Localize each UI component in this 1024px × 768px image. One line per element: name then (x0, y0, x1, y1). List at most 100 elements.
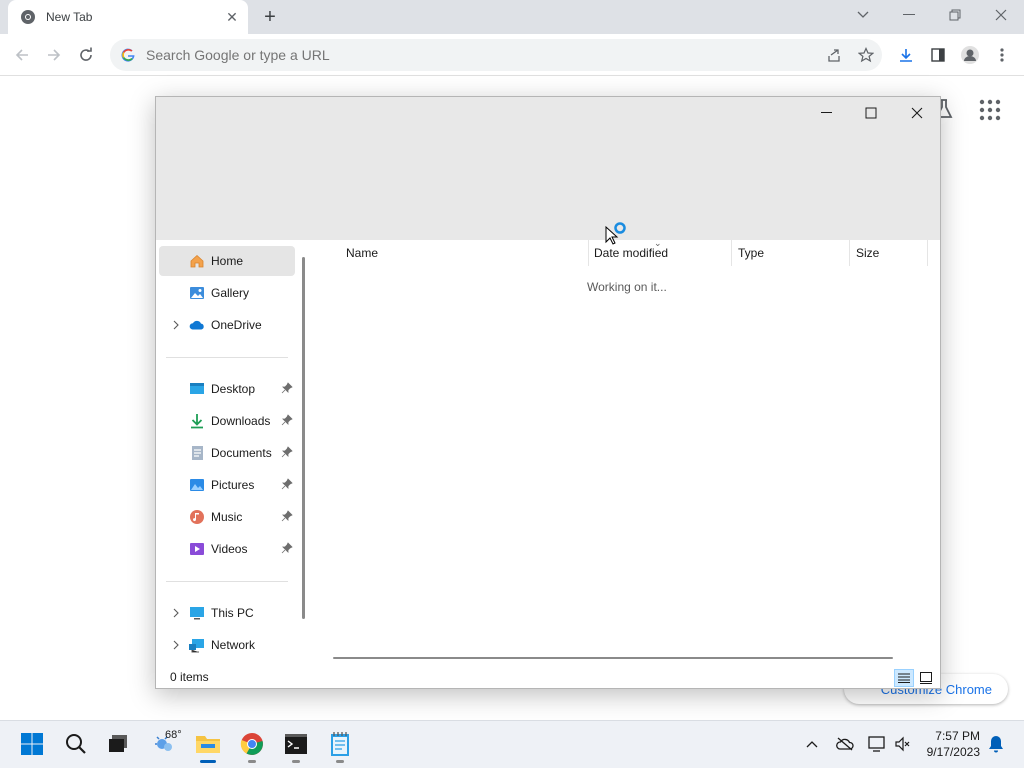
nav-onedrive-label: OneDrive (211, 318, 262, 332)
explorer-minimize-icon[interactable] (804, 99, 850, 127)
nav-divider (166, 581, 288, 582)
chrome-menu-icon[interactable] (988, 41, 1016, 69)
side-panel-icon[interactable] (924, 41, 952, 69)
chrome-logo-icon (21, 10, 35, 24)
column-header-name[interactable]: Name (340, 240, 589, 266)
network-expand-chevron-icon[interactable] (171, 640, 181, 650)
taskbar-clock[interactable]: 7:57 PM 9/17/2023 (918, 728, 980, 760)
nav-documents-label: Documents (211, 446, 272, 460)
column-header-type-label: Type (738, 246, 765, 260)
large-icons-view-button[interactable] (916, 669, 936, 687)
tab-close-icon[interactable]: ✕ (224, 9, 240, 25)
active-app-indicator (200, 760, 216, 763)
nav-music[interactable]: Music (159, 502, 295, 532)
downloads-folder-icon (189, 413, 205, 429)
onedrive-offline-icon[interactable] (835, 734, 855, 754)
close-window-icon[interactable] (978, 0, 1024, 30)
nav-documents[interactable]: Documents (159, 438, 295, 468)
display-network-icon[interactable] (867, 734, 887, 754)
nav-this-pc-label: This PC (211, 606, 254, 620)
volume-muted-icon[interactable] (892, 734, 912, 754)
clock-time: 7:57 PM (935, 729, 980, 743)
search-button[interactable] (60, 728, 92, 760)
busy-cursor-icon (605, 222, 626, 245)
explorer-title-bar (156, 97, 940, 240)
network-icon (189, 637, 205, 653)
restore-icon[interactable] (932, 0, 978, 30)
file-explorer-taskbar-button[interactable] (192, 728, 224, 763)
nav-network[interactable]: Network (159, 630, 295, 660)
clock-date: 9/17/2023 (926, 745, 980, 759)
nav-desktop[interactable]: Desktop (159, 374, 295, 404)
tab-new-tab[interactable]: New Tab ✕ (8, 0, 248, 34)
running-app-indicator (336, 760, 344, 763)
file-list-horizontal-scrollbar[interactable] (333, 657, 893, 659)
sort-chevron-icon: ⌄ (654, 238, 662, 248)
music-icon (189, 509, 205, 525)
item-count: 0 items (170, 669, 209, 684)
folder-icon (196, 736, 220, 753)
this-pc-expand-chevron-icon[interactable] (171, 608, 181, 618)
home-icon (189, 253, 205, 269)
column-header-size[interactable]: Size (850, 240, 928, 266)
nav-home[interactable]: Home (159, 246, 295, 276)
navigation-pane-scrollbar[interactable] (302, 257, 305, 619)
show-hidden-icons-chevron[interactable] (802, 734, 822, 754)
nav-downloads[interactable]: Downloads (159, 406, 295, 436)
pin-icon (281, 478, 293, 490)
new-tab-button[interactable]: + (258, 6, 282, 28)
nav-this-pc[interactable]: This PC (159, 598, 295, 628)
start-button[interactable] (16, 728, 48, 760)
explorer-maximize-icon[interactable] (848, 99, 894, 127)
omnibox[interactable] (110, 39, 882, 71)
nav-onedrive[interactable]: OneDrive (159, 310, 295, 340)
forward-button[interactable] (40, 41, 68, 69)
search-icon (66, 734, 86, 754)
tab-search-chevron-icon[interactable] (840, 0, 886, 30)
task-view-button[interactable] (102, 728, 134, 760)
desktop-icon (189, 381, 205, 397)
nav-divider (166, 357, 288, 358)
tab-strip: New Tab ✕ + (0, 0, 1024, 34)
column-header-size-label: Size (856, 246, 880, 260)
downloads-icon[interactable] (892, 41, 920, 69)
nav-videos[interactable]: Videos (159, 534, 295, 564)
navigation-pane: Home Gallery OneDrive Desktop Downloads … (156, 240, 306, 665)
bookmark-star-icon[interactable] (852, 41, 880, 69)
nav-music-label: Music (211, 510, 243, 524)
tab-title: New Tab (46, 10, 93, 24)
minimize-icon[interactable] (886, 0, 932, 30)
back-button[interactable] (8, 41, 36, 69)
explorer-close-icon[interactable] (894, 99, 940, 127)
nav-desktop-label: Desktop (211, 382, 256, 396)
pin-icon (281, 414, 293, 426)
status-bar: 0 items (156, 665, 940, 688)
terminal-taskbar-button[interactable] (280, 728, 312, 763)
videos-icon (189, 541, 205, 557)
nav-gallery[interactable]: Gallery (159, 278, 295, 308)
task-view-icon (109, 735, 127, 752)
notepad-taskbar-button[interactable] (324, 728, 356, 763)
details-view-button[interactable] (894, 669, 914, 687)
browser-toolbar (0, 34, 1024, 76)
pin-icon (281, 382, 293, 394)
chrome-taskbar-button[interactable] (236, 728, 268, 763)
nav-videos-label: Videos (211, 542, 248, 556)
pin-icon (281, 510, 293, 522)
google-apps-icon[interactable] (978, 98, 1002, 122)
weather-temperature: 68° (165, 729, 182, 741)
windows-logo-icon (21, 733, 43, 755)
reload-button[interactable] (72, 41, 100, 69)
nav-downloads-label: Downloads (211, 414, 271, 428)
notification-bell-icon[interactable] (986, 734, 1006, 754)
chrome-icon (240, 733, 263, 755)
profile-avatar-icon[interactable] (956, 41, 984, 69)
pin-icon (281, 446, 293, 458)
share-icon[interactable] (820, 41, 848, 69)
onedrive-expand-chevron-icon[interactable] (171, 320, 181, 330)
column-header-type[interactable]: Type (732, 240, 850, 266)
details-view-icon (898, 673, 910, 683)
loading-message: Working on it... (587, 280, 667, 294)
omnibox-input[interactable] (146, 47, 786, 63)
nav-pictures[interactable]: Pictures (159, 470, 295, 500)
